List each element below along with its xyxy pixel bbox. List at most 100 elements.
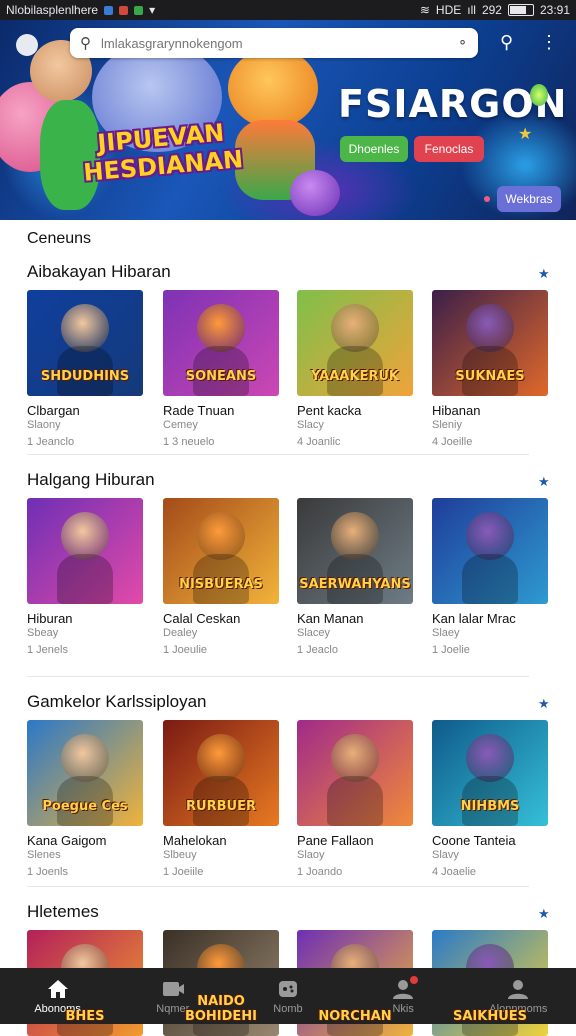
section-title[interactable]: Gamkelor Karlssiployan	[27, 692, 207, 712]
game-meta: 1 Joelie	[432, 644, 470, 656]
game-thumbnail[interactable]: YAAAKERUK	[297, 290, 413, 396]
game-title[interactable]: Coone Tanteia	[432, 833, 548, 848]
game-thumbnail[interactable]: NIHBMS	[432, 720, 548, 826]
section-title[interactable]: Aibakayan Hibaran	[27, 262, 171, 282]
game-card[interactable]: Hiburan Sbeay 1 Jenels	[27, 498, 143, 656]
game-card[interactable]: SAERWAHYANS Kan Manan Slacey 1 Jeaclo	[297, 498, 413, 656]
game-card[interactable]: Kan lalar Mrac Slaey 1 Joelie	[432, 498, 548, 656]
section-divider	[27, 676, 529, 677]
favorite-star-icon[interactable]: ★	[538, 696, 550, 712]
character-figure	[466, 512, 514, 560]
game-logo-text: YAAAKERUK	[311, 369, 399, 384]
game-thumbnail[interactable]: NISBUERAS	[163, 498, 279, 604]
wifi-icon: ≋	[419, 3, 430, 17]
character-figure	[331, 304, 379, 352]
character-figure	[61, 734, 109, 782]
voice-search-icon[interactable]: ⚬	[457, 35, 468, 51]
game-meta: 1 Jeanclo	[27, 436, 75, 448]
game-genre: Dealey	[163, 627, 198, 639]
character-figure	[61, 512, 109, 560]
hero-banner[interactable]: JIPUEVAN HESDIANAN ⚲ ⚬ ⚲ ⋮ FSIARGON ★ Dh…	[0, 20, 576, 220]
game-logo-text: SONEANS	[185, 369, 257, 384]
character-figure	[61, 304, 109, 352]
game-thumbnail[interactable]	[432, 498, 548, 604]
game-logo-text: Poegue Ces	[42, 799, 128, 814]
search-input[interactable]	[99, 34, 450, 52]
game-genre: Sbeay	[27, 627, 59, 639]
game-meta: 4 Joanlic	[297, 436, 341, 448]
game-logo-text: NIHBMS	[460, 799, 520, 814]
account-icon	[506, 978, 530, 1000]
gamepad-icon	[276, 978, 300, 1000]
game-title[interactable]: Pane Fallaon	[297, 833, 413, 848]
favorite-star-icon[interactable]: ★	[538, 906, 550, 922]
game-thumbnail[interactable]: SHDUDHINS	[27, 290, 143, 396]
game-thumbnail[interactable]: SONEANS	[163, 290, 279, 396]
game-thumbnail[interactable]: Poegue Ces	[27, 720, 143, 826]
game-card[interactable]: Poegue Ces Kana Gaigom Slenes 1 Joenls	[27, 720, 143, 878]
game-title[interactable]: Kana Gaigom	[27, 833, 143, 848]
search-icon[interactable]: ⚲	[500, 32, 513, 53]
game-card[interactable]: NIHBMS Coone Tanteia Slavy 4 Joaelie	[432, 720, 548, 878]
game-meta: 1 Joeiile	[163, 866, 204, 878]
clock: 23:91	[539, 3, 570, 17]
more-options-icon[interactable]: ⋮	[540, 32, 558, 53]
purple-promo-button[interactable]: Wekbras	[497, 186, 561, 212]
character-figure	[331, 512, 379, 560]
game-title[interactable]: Clbargan	[27, 403, 143, 418]
game-card[interactable]: SONEANS Rade Tnuan Cemey 1 3 neuelo	[163, 290, 279, 448]
app-logo-icon[interactable]	[16, 34, 38, 56]
favorite-star-icon[interactable]: ★	[538, 266, 550, 282]
game-title[interactable]: Rade Tnuan	[163, 403, 279, 418]
character-body	[57, 554, 113, 604]
section-title[interactable]: Halgang Hiburan	[27, 470, 155, 490]
notification-icon	[134, 5, 144, 15]
game-genre: Slavy	[432, 849, 459, 861]
game-genre: Sleniy	[432, 419, 462, 431]
game-card[interactable]: Pane Fallaon Slaoy 1 Joando	[297, 720, 413, 878]
green-promo-button[interactable]: Dhoenles	[340, 136, 408, 162]
game-title[interactable]: Mahelokan	[163, 833, 279, 848]
chevron-down-icon: ▾	[149, 3, 156, 17]
battery-percent: 292	[481, 3, 502, 17]
game-genre: Slaoy	[297, 849, 325, 861]
section-title[interactable]: Hletemes	[27, 902, 99, 922]
game-title[interactable]: Hibanan	[432, 403, 548, 418]
game-card[interactable]: SUKNAES Hibanan Sleniy 4 Joeille	[432, 290, 548, 448]
game-title[interactable]: Hiburan	[27, 611, 143, 626]
game-title[interactable]: Pent kacka	[297, 403, 413, 418]
game-card[interactable]: SHDUDHINS Clbargan Slaony 1 Jeanclo	[27, 290, 143, 448]
battery-icon	[507, 4, 534, 16]
character-body	[327, 776, 383, 826]
character-figure	[197, 304, 245, 352]
section-divider	[27, 454, 529, 455]
notification-icon	[119, 5, 129, 15]
favorite-star-icon[interactable]: ★	[538, 474, 550, 490]
game-meta: 1 Jeaclo	[297, 644, 338, 656]
game-thumbnail[interactable]: SAERWAHYANS	[297, 498, 413, 604]
red-promo-button[interactable]: Fenoclas	[414, 136, 484, 162]
character-figure	[197, 734, 245, 782]
game-card[interactable]: YAAAKERUK Pent kacka Slacy 4 Joanlic	[297, 290, 413, 448]
search-bar[interactable]: ⚲ ⚬	[70, 28, 478, 58]
game-title[interactable]: Kan lalar Mrac	[432, 611, 548, 626]
game-logo-text: NISBUERAS	[179, 577, 263, 592]
game-title[interactable]: Calal Ceskan	[163, 611, 279, 626]
game-logo-text: SHDUDHINS	[40, 369, 130, 384]
game-thumbnail[interactable]	[297, 720, 413, 826]
game-card[interactable]: NISBUERAS Calal Ceskan Dealey 1 Joeulie	[163, 498, 279, 656]
signal-icon: ıll	[467, 3, 476, 17]
game-card[interactable]: RURBUER Mahelokan Slbeuy 1 Joeiile	[163, 720, 279, 878]
character-figure	[197, 512, 245, 560]
character-body	[462, 554, 518, 604]
game-title[interactable]: Kan Manan	[297, 611, 413, 626]
game-genre: Slacey	[297, 627, 331, 639]
status-carrier-text: Nlobilasplenlhere	[6, 3, 99, 17]
game-thumbnail[interactable]: SUKNAES	[432, 290, 548, 396]
status-network-text: HDE	[435, 3, 462, 17]
game-logo-text: RURBUER	[186, 799, 256, 814]
game-thumbnail[interactable]: RURBUER	[163, 720, 279, 826]
game-meta: 1 Joando	[297, 866, 343, 878]
game-thumbnail[interactable]	[27, 498, 143, 604]
lightbulb-icon	[530, 84, 548, 106]
